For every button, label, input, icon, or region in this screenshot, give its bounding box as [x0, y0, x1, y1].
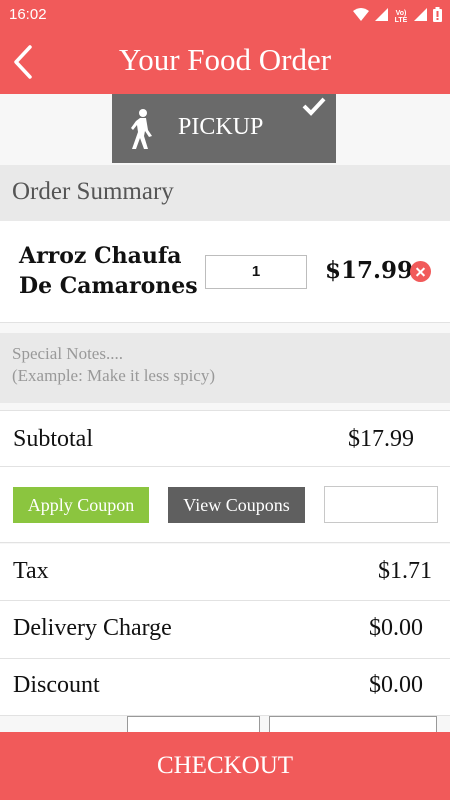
signal-icon [375, 8, 388, 26]
status-icons: Vo) LTE [353, 7, 442, 27]
tax-value: $1.71 [378, 558, 432, 584]
discount-value: $0.00 [369, 672, 423, 698]
delivery-charge-label: Delivery Charge [13, 615, 172, 641]
checkout-button[interactable]: CHECKOUT [0, 732, 450, 800]
item-price: $17.99 [325, 257, 414, 284]
order-summary-title: Order Summary [12, 178, 174, 205]
walking-person-icon [131, 109, 152, 149]
order-item-row: Arroz Chaufa De Camarones 1 $17.99 [0, 221, 450, 323]
pickup-option[interactable]: PICKUP [112, 94, 336, 163]
battery-icon [433, 7, 442, 27]
coupon-code-input[interactable] [324, 486, 438, 523]
view-coupons-button[interactable]: View Coupons [168, 487, 305, 523]
apply-coupon-button[interactable]: Apply Coupon [13, 487, 149, 523]
pickup-label: PICKUP [178, 114, 264, 140]
volte-icon: Vo) LTE [394, 10, 409, 24]
discount-row: Discount $0.00 [0, 659, 450, 716]
remove-item-icon[interactable] [410, 261, 431, 282]
discount-label: Discount [13, 672, 100, 698]
checkmark-icon [302, 97, 326, 116]
subtotal-value: $17.99 [348, 426, 414, 452]
tax-row: Tax $1.71 [0, 544, 450, 601]
signal-icon [414, 8, 427, 26]
app-bar: Your Food Order [0, 30, 450, 94]
wifi-icon [353, 7, 369, 27]
status-bar: 16:02 Vo) LTE [0, 0, 450, 30]
tax-label: Tax [13, 558, 49, 584]
order-summary-header: Order Summary [0, 165, 450, 221]
subtotal-row: Subtotal $17.99 [0, 410, 450, 467]
item-name: Arroz Chaufa De Camarones [19, 243, 198, 299]
page-title: Your Food Order [118, 42, 332, 77]
delivery-charge-value: $0.00 [369, 615, 423, 641]
subtotal-label: Subtotal [13, 426, 94, 452]
status-time: 16:02 [9, 6, 47, 23]
delivery-charge-row: Delivery Charge $0.00 [0, 601, 450, 659]
quantity-field[interactable]: 1 [205, 255, 307, 289]
special-notes-input[interactable]: Special Notes.... (Example: Make it less… [0, 333, 450, 403]
coupon-row: Apply Coupon View Coupons [0, 467, 450, 543]
